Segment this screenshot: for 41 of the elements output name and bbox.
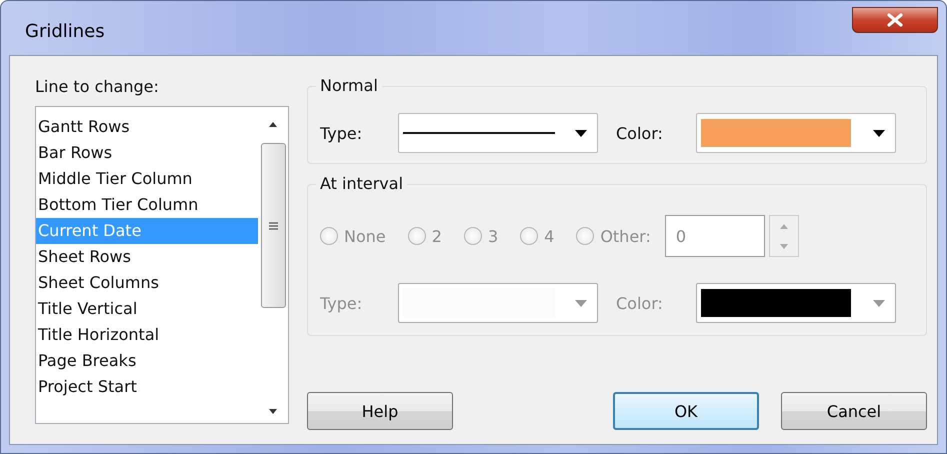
color-dropdown[interactable] bbox=[696, 283, 896, 323]
radio-label: 2 bbox=[432, 226, 442, 246]
list-item[interactable]: Bottom Tier Column bbox=[36, 192, 258, 218]
list-item[interactable]: Bar Rows bbox=[36, 140, 258, 166]
scroll-thumb[interactable] bbox=[260, 143, 286, 308]
field-label: Color: bbox=[616, 124, 664, 142]
list-item[interactable]: Project Start bbox=[36, 374, 258, 400]
radio-label: Other: bbox=[600, 226, 651, 246]
window-title: Gridlines bbox=[25, 20, 105, 42]
spin-up-icon bbox=[780, 224, 788, 228]
caret-icon bbox=[873, 130, 885, 136]
dialog-button[interactable]: Help bbox=[307, 392, 453, 430]
close-icon bbox=[887, 13, 903, 27]
radio-label: None bbox=[344, 226, 386, 246]
close-button[interactable] bbox=[852, 7, 938, 33]
dialog-button[interactable]: Cancel bbox=[781, 392, 927, 430]
list-item[interactable]: Middle Tier Column bbox=[36, 166, 258, 192]
ok-button[interactable]: OK bbox=[613, 392, 759, 430]
list-item[interactable]: Title Vertical bbox=[36, 296, 258, 322]
list-item[interactable]: Gantt Rows bbox=[36, 114, 258, 140]
spin-down-icon bbox=[780, 244, 788, 248]
list-item[interactable]: Page Breaks bbox=[36, 348, 258, 374]
field-label: Type: bbox=[320, 124, 364, 142]
caret-icon bbox=[575, 130, 587, 136]
field-label: Color: bbox=[616, 294, 664, 312]
radio-label: 4 bbox=[544, 226, 554, 246]
spin-buttons[interactable] bbox=[768, 215, 799, 257]
caret-icon bbox=[575, 300, 587, 306]
list-item[interactable]: Sheet Rows bbox=[36, 244, 258, 270]
caret-icon bbox=[873, 300, 885, 306]
color-dropdown[interactable] bbox=[696, 113, 896, 153]
scroll-down-icon bbox=[268, 408, 278, 415]
line-type-dropdown[interactable] bbox=[398, 113, 598, 153]
grip-icon bbox=[268, 222, 278, 230]
list-item[interactable]: Sheet Columns bbox=[36, 270, 258, 296]
list-label: Line to change: bbox=[35, 77, 160, 96]
line-list[interactable]: Gantt Rows Bar Rows Middle Tier Column Bottom Tier Column Current Date Sheet Rows Sheet Columns Title Vertical Title Horizontal Page Breaks Project Start bbox=[35, 106, 289, 424]
field-label: Type: bbox=[320, 294, 364, 312]
radio-label: 3 bbox=[488, 226, 498, 246]
scroll-up-icon bbox=[268, 121, 278, 128]
list-item[interactable]: Title Horizontal bbox=[36, 322, 258, 348]
